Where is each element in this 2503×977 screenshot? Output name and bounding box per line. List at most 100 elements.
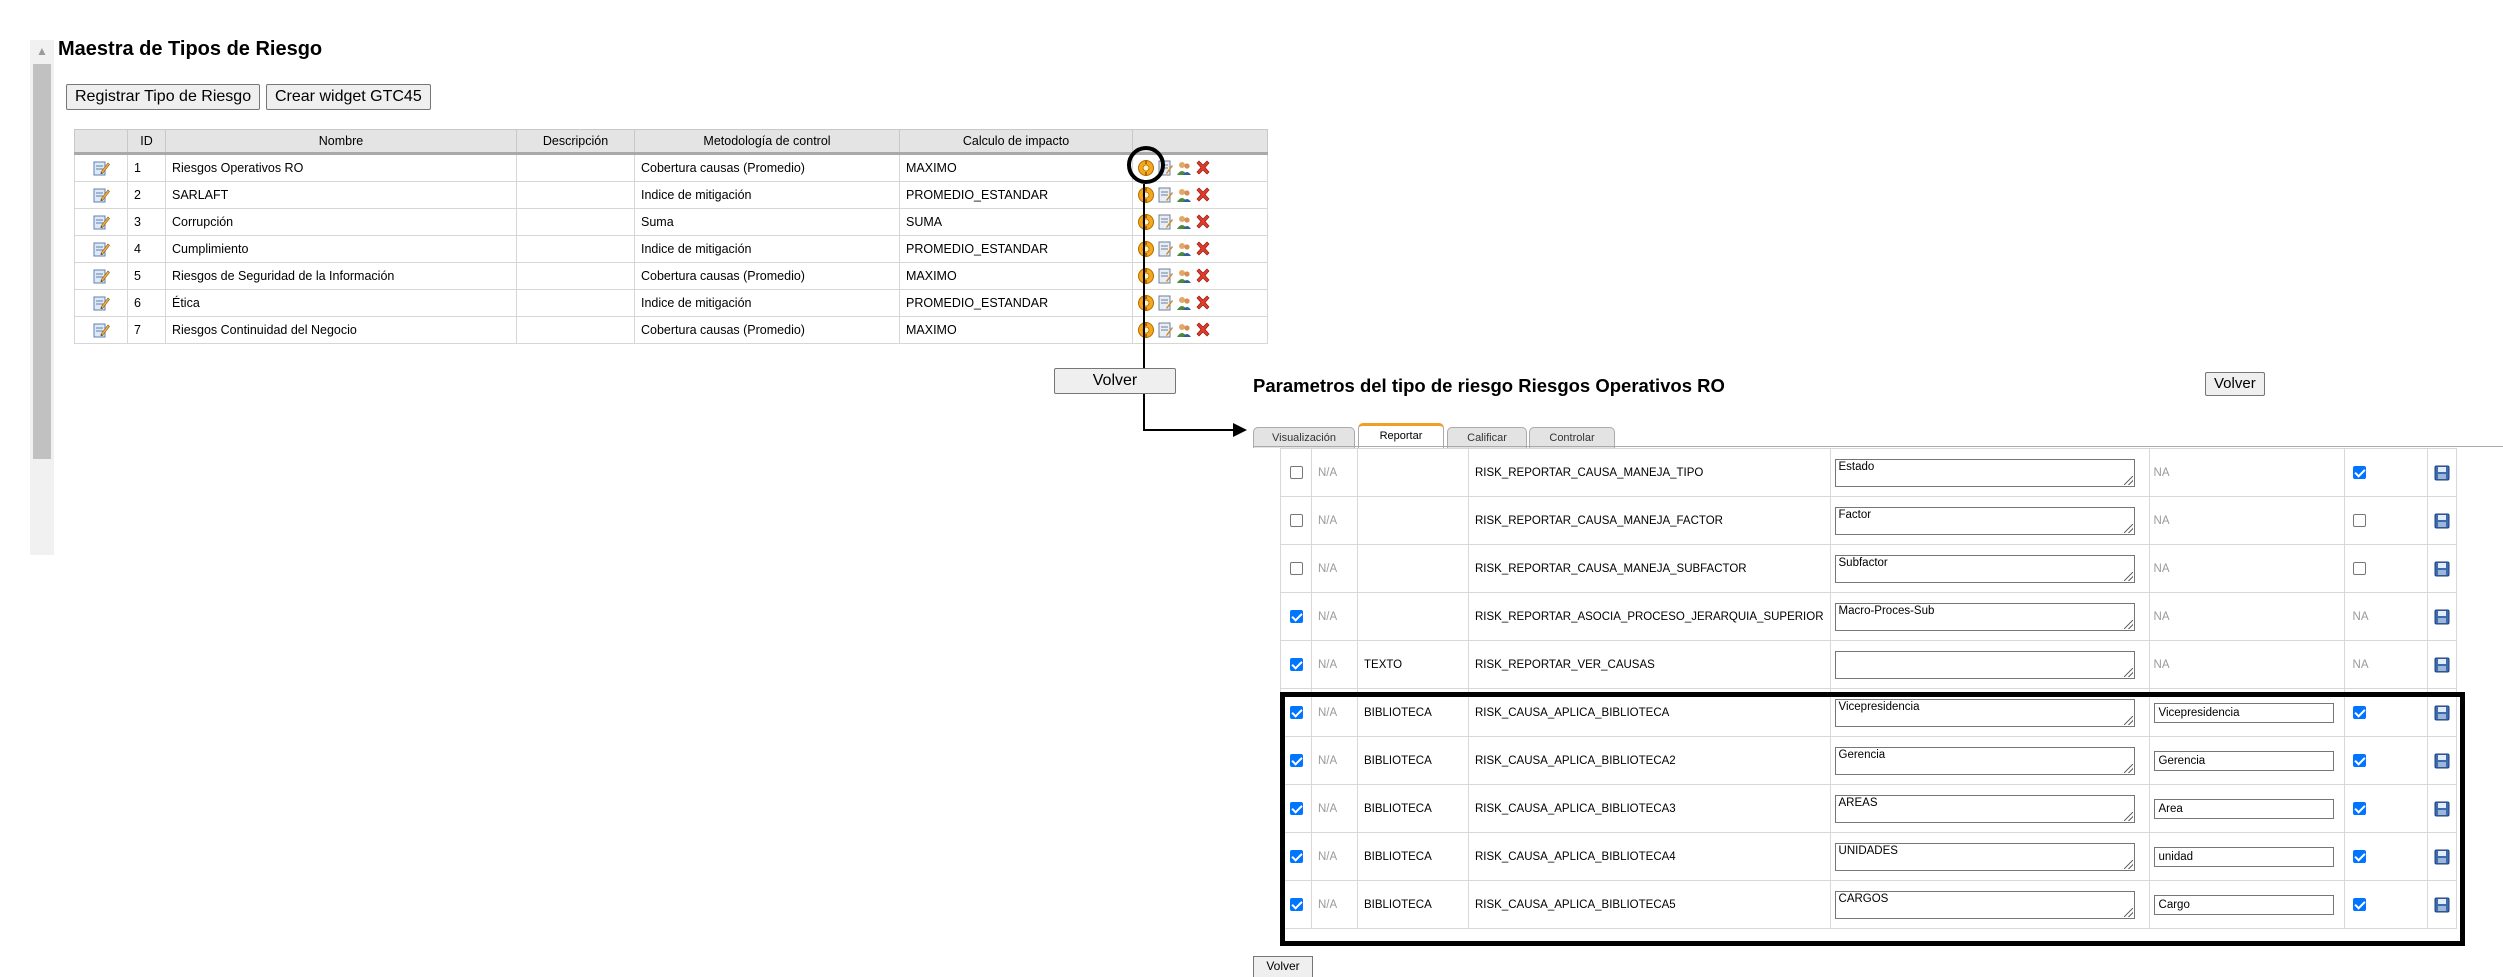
- save-icon[interactable]: [2434, 513, 2450, 529]
- params-bottom-back-button[interactable]: Volver: [1253, 956, 1313, 977]
- label-textarea-value: Subfactor: [1838, 556, 1888, 569]
- label-textarea[interactable]: Subfactor: [1834, 554, 2135, 583]
- people-icon[interactable]: [1175, 267, 1193, 285]
- delete-icon[interactable]: [1194, 186, 1212, 204]
- cell-id: 4: [127, 235, 166, 263]
- edit-icon[interactable]: [92, 294, 110, 312]
- create-widget-button[interactable]: Crear widget GTC45: [266, 84, 431, 110]
- delete-icon[interactable]: [1194, 213, 1212, 231]
- cell-save: [2426, 496, 2457, 545]
- edit-icon[interactable]: [92, 186, 110, 204]
- delete-icon[interactable]: [1194, 294, 1212, 312]
- row-edit-cell: [74, 262, 128, 290]
- register-risk-type-button[interactable]: Registrar Tipo de Riesgo: [66, 84, 261, 110]
- label-textarea[interactable]: [1834, 650, 2135, 679]
- parameters-gear-icon[interactable]: [1137, 294, 1155, 312]
- cell-nombre: Riesgos Operativos RO: [165, 153, 517, 182]
- edit-icon[interactable]: [92, 321, 110, 339]
- edit-icon[interactable]: [92, 213, 110, 231]
- parameters-gear-icon[interactable]: [1137, 213, 1155, 231]
- people-icon[interactable]: [1175, 240, 1193, 258]
- tab-visualizacion[interactable]: Visualización: [1253, 427, 1355, 448]
- value-text: NA: [2153, 466, 2170, 479]
- cell-metodologia: Indice de mitigación: [634, 181, 900, 209]
- params-row: N/A TEXTO RISK_REPORTAR_VER_CAUSAS NA NA: [1280, 640, 2457, 689]
- cell-tipo: TEXTO: [1357, 640, 1469, 689]
- edit-form-icon[interactable]: [1156, 321, 1174, 339]
- resize-grip-icon[interactable]: [2123, 571, 2133, 581]
- row-actions-cell: [1132, 235, 1268, 263]
- value-text: NA: [2153, 610, 2170, 623]
- master-back-button[interactable]: Volver: [1054, 368, 1176, 394]
- visible-checkbox[interactable]: [2352, 466, 2366, 479]
- parameters-gear-icon[interactable]: [1137, 267, 1155, 285]
- cell-metodologia: Cobertura causas (Promedio): [634, 153, 900, 182]
- row-select-cell: [1280, 544, 1312, 593]
- cell-texto: Subfactor: [1829, 544, 2150, 593]
- cell-clave: RISK_REPORTAR_CAUSA_MANEJA_FACTOR: [1468, 496, 1831, 545]
- cell-id: 1: [127, 153, 166, 182]
- people-icon[interactable]: [1175, 294, 1193, 312]
- row-edit-cell: [74, 208, 128, 236]
- resize-grip-icon[interactable]: [2123, 667, 2133, 677]
- tab-calificar[interactable]: Calificar: [1447, 427, 1527, 448]
- resize-grip-icon[interactable]: [2123, 523, 2133, 533]
- people-icon[interactable]: [1175, 159, 1193, 177]
- parameters-gear-icon[interactable]: [1137, 240, 1155, 258]
- people-icon[interactable]: [1175, 213, 1193, 231]
- row-enabled-checkbox[interactable]: [1289, 562, 1303, 575]
- row-enabled-checkbox[interactable]: [1289, 610, 1303, 623]
- parameters-gear-icon[interactable]: [1137, 321, 1155, 339]
- tab-controlar[interactable]: Controlar: [1529, 427, 1615, 448]
- column-header-nombre: Nombre: [165, 129, 517, 155]
- delete-icon[interactable]: [1194, 240, 1212, 258]
- edit-form-icon[interactable]: [1156, 294, 1174, 312]
- scroll-up-icon[interactable]: ▲: [30, 40, 54, 62]
- label-textarea[interactable]: Factor: [1834, 506, 2135, 535]
- parameters-gear-icon[interactable]: [1137, 186, 1155, 204]
- visible-text: NA: [2352, 610, 2369, 623]
- edit-icon[interactable]: [92, 267, 110, 285]
- resize-grip-icon[interactable]: [2123, 619, 2133, 629]
- cell-valor: NA: [2148, 448, 2345, 497]
- visible-checkbox[interactable]: [2352, 514, 2366, 527]
- cell-save: [2426, 640, 2457, 689]
- edit-form-icon[interactable]: [1156, 186, 1174, 204]
- tab-reportar[interactable]: Reportar: [1358, 423, 1444, 448]
- save-icon[interactable]: [2434, 609, 2450, 625]
- cell-visible: NA: [2343, 592, 2428, 641]
- delete-icon[interactable]: [1194, 267, 1212, 285]
- delete-icon[interactable]: [1194, 321, 1212, 339]
- scroll-thumb[interactable]: [33, 64, 51, 459]
- label-textarea-value: Macro-Proces-Sub: [1838, 604, 1935, 617]
- save-icon[interactable]: [2434, 465, 2450, 481]
- save-icon[interactable]: [2434, 561, 2450, 577]
- edit-form-icon[interactable]: [1156, 240, 1174, 258]
- cell-texto: Estado: [1829, 448, 2150, 497]
- cell-calculo: PROMEDIO_ESTANDAR: [899, 235, 1133, 263]
- cell-id: 3: [127, 208, 166, 236]
- row-enabled-checkbox[interactable]: [1289, 514, 1303, 527]
- delete-icon[interactable]: [1194, 159, 1212, 177]
- visible-checkbox[interactable]: [2352, 562, 2366, 575]
- edit-icon[interactable]: [92, 240, 110, 258]
- resize-grip-icon[interactable]: [2123, 475, 2133, 485]
- row-enabled-checkbox[interactable]: [1289, 466, 1303, 479]
- people-icon[interactable]: [1175, 321, 1193, 339]
- edit-form-icon[interactable]: [1156, 213, 1174, 231]
- people-icon[interactable]: [1175, 186, 1193, 204]
- edit-icon[interactable]: [92, 159, 110, 177]
- edit-form-icon[interactable]: [1156, 267, 1174, 285]
- table-row: 6 Ética Indice de mitigación PROMEDIO_ESTAN…: [74, 289, 1268, 317]
- label-textarea[interactable]: Estado: [1834, 458, 2135, 487]
- row-enabled-checkbox[interactable]: [1289, 658, 1303, 671]
- page-scrollbar[interactable]: ▲: [30, 40, 54, 555]
- cell-calculo: MAXIMO: [899, 262, 1133, 290]
- row-actions-cell: [1132, 289, 1268, 317]
- cell-descripcion: [516, 262, 635, 290]
- cell-id: 6: [127, 289, 166, 317]
- params-back-button[interactable]: Volver: [2205, 372, 2265, 396]
- cell-na: N/A: [1311, 496, 1358, 545]
- label-textarea[interactable]: Macro-Proces-Sub: [1834, 602, 2135, 631]
- save-icon[interactable]: [2434, 657, 2450, 673]
